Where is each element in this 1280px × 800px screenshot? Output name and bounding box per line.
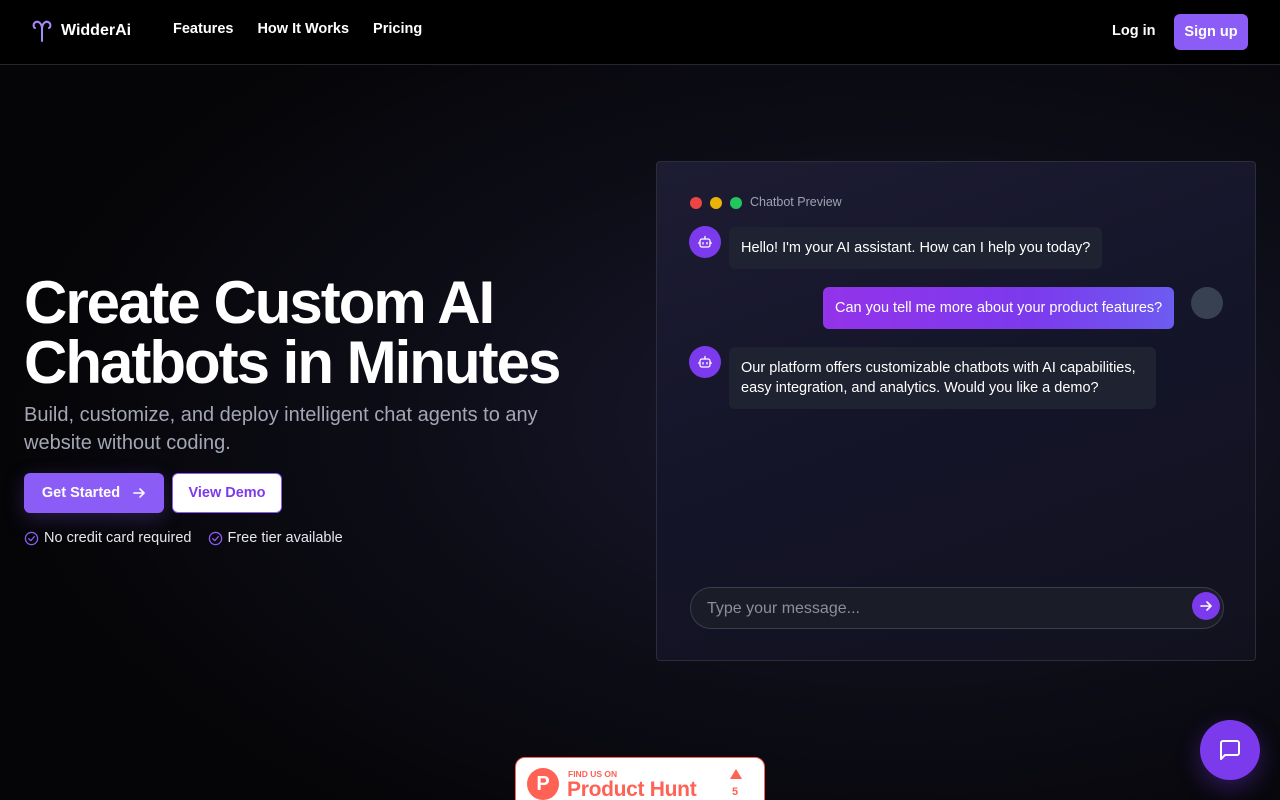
send-button[interactable]: [1192, 592, 1220, 620]
window-controls: [690, 197, 742, 209]
hero-title-line-1: Create Custom AI: [24, 269, 495, 336]
perk-item: Free tier available: [208, 530, 343, 546]
signup-button[interactable]: Sign up: [1174, 14, 1248, 50]
chat-message-user: Can you tell me more about your product …: [823, 287, 1175, 329]
bot-avatar: [689, 226, 721, 258]
login-link[interactable]: Log in: [1112, 23, 1156, 39]
brand-name: WidderAi: [61, 22, 132, 39]
bot-icon: [697, 235, 713, 248]
chat-message-bot: Hello! I'm your AI assistant. How can I …: [729, 227, 1103, 269]
chat-input-box: [690, 587, 1224, 629]
chat-message-input[interactable]: [707, 598, 1177, 620]
perks-list: No credit card required Free tier availa…: [24, 530, 343, 546]
nav-link-features[interactable]: Features: [173, 21, 233, 37]
product-hunt-badge[interactable]: P FIND US ON Product Hunt 5: [515, 757, 765, 800]
hero-subtitle: Build, customize, and deploy intelligent…: [24, 404, 538, 454]
product-hunt-logo-icon: P: [527, 768, 559, 800]
brand-logo[interactable]: WidderAi: [31, 19, 131, 43]
perk-item: No credit card required: [24, 530, 192, 546]
aries-icon: [32, 20, 52, 42]
site-header: WidderAi Features How It Works Pricing L…: [0, 0, 1280, 65]
perk-label: No credit card required: [44, 530, 192, 546]
get-started-label: Get Started: [41, 485, 121, 501]
nav-link-pricing[interactable]: Pricing: [373, 21, 422, 37]
preview-title: Chatbot Preview: [750, 195, 842, 209]
bot-icon: [697, 355, 713, 368]
perk-label: Free tier available: [227, 530, 343, 546]
main-nav: Features How It Works Pricing: [173, 21, 422, 37]
window-maximize-dot: [730, 197, 742, 209]
product-hunt-upvote-count: 5: [732, 786, 739, 798]
view-demo-button[interactable]: View Demo: [172, 473, 282, 513]
product-hunt-name: Product Hunt: [567, 778, 697, 800]
arrow-right-icon: [133, 488, 145, 498]
get-started-button[interactable]: Get Started: [24, 473, 164, 513]
bot-avatar: [689, 346, 721, 378]
user-avatar: [1191, 287, 1223, 319]
chatbot-preview-window: Chatbot Preview Hello! I'm your AI assis…: [656, 161, 1256, 661]
open-chat-widget-button[interactable]: [1200, 720, 1260, 780]
check-circle-icon: [208, 531, 222, 545]
window-close-dot: [690, 197, 702, 209]
hero-title: Create Custom AI Chatbots in Minutes: [24, 273, 624, 393]
send-arrow-icon: [1200, 601, 1212, 611]
hero-title-line-2: Chatbots in Minutes: [24, 329, 561, 396]
chat-message-bot: Our platform offers customizable chatbot…: [729, 347, 1156, 409]
check-circle-icon: [24, 531, 39, 545]
upvote-triangle-icon: [730, 769, 742, 779]
window-minimize-dot: [710, 197, 722, 209]
message-square-icon: [1220, 740, 1240, 760]
nav-link-how-it-works[interactable]: How It Works: [257, 21, 349, 37]
